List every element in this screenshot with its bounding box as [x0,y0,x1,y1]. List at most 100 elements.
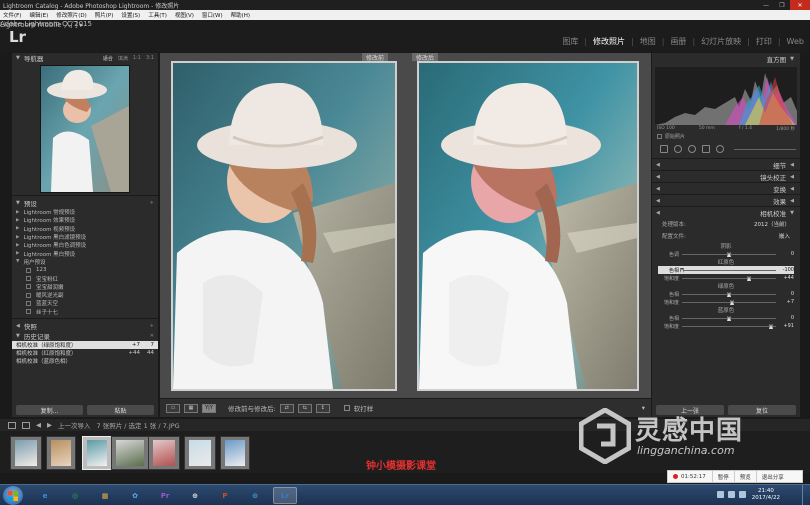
histogram[interactable] [655,67,797,125]
menu-item[interactable]: 文件(F) [3,11,21,19]
snapshots-header[interactable]: ◀ 快照 + [12,321,158,331]
soft-proof-checkbox[interactable] [343,405,350,411]
slider-track[interactable] [682,291,776,297]
histogram-header[interactable]: 直方图 ▼ [652,53,800,65]
preset-item[interactable]: 123 [16,266,154,274]
slider-thumb[interactable] [747,275,752,281]
module-3[interactable]: 画册 [670,36,686,47]
zoom-level-0[interactable]: 适合 [103,55,113,62]
radial-filter-icon[interactable] [716,145,724,153]
close-icon[interactable]: ✕ [790,0,810,10]
profile-row[interactable]: 配置文件: 嵌入 [652,230,800,242]
menu-item[interactable]: 编辑(E) [29,11,48,19]
section-header-2[interactable]: ◀ 变换 ◀ [652,182,800,194]
preset-item[interactable]: ▶ Lightroom 黑白色调预设 [16,241,154,250]
slider-thumb[interactable] [768,323,773,329]
original-photo-toggle[interactable]: 原始照片 [652,132,800,140]
preset-item[interactable]: ▶ Lightroom 黑白预设 [16,249,154,258]
taskbar-app-icon[interactable]: ◎ [63,487,87,504]
calibration-slider[interactable]: 色相 0 [658,290,794,298]
red-eye-icon[interactable] [688,145,696,153]
menu-item[interactable]: 修改照片(D) [56,11,87,19]
history-header[interactable]: ▼ 历史记录 ✕ [12,331,158,341]
slider-track[interactable] [682,251,776,257]
forward-arrow-icon[interactable]: ▶ [47,421,52,429]
calibration-slider[interactable]: 色相 0 [658,314,794,322]
menu-item[interactable]: 照片(P) [95,11,114,19]
add-snapshot-icon[interactable]: + [150,323,154,329]
slider-thumb[interactable] [726,251,731,257]
preset-item[interactable]: ▶ Lightroom 黑白滤镜预设 [16,233,154,242]
menu-item[interactable]: 工具(T) [148,11,167,19]
spot-removal-icon[interactable] [674,145,682,153]
slider-value[interactable]: 0 [776,315,794,321]
slider-value[interactable]: -100 [776,267,794,273]
process-version-row[interactable]: 处理版本: 2012（当前） [652,218,800,230]
tray-icon[interactable] [728,491,735,498]
filmstrip-thumbnail[interactable] [111,436,149,470]
tray-icon[interactable] [717,491,724,498]
menu-item[interactable]: 帮助(H) [231,11,250,19]
slider-thumb[interactable] [726,291,731,297]
preset-item[interactable]: ▼ 用户预设 [16,258,154,266]
before-photo[interactable] [171,61,397,391]
module-2[interactable]: 地图 [640,36,656,47]
swap-icon[interactable]: ↕ [315,403,330,413]
exit-share-button[interactable]: 退出分享 [755,471,789,482]
slider-track[interactable] [679,267,776,273]
original-photo-checkbox[interactable] [657,133,662,139]
taskbar-app-icon[interactable]: Lr [273,487,297,504]
slider-thumb[interactable] [679,267,684,273]
slider-value[interactable]: +7 [776,299,794,305]
adjustment-brush-slider[interactable] [734,148,796,150]
graduated-filter-icon[interactable] [702,145,710,153]
grid-icon[interactable] [22,421,30,429]
slider-value[interactable]: +44 [776,275,794,281]
module-4[interactable]: 幻灯片放映 [701,36,741,47]
zoom-level-3[interactable]: 3:1 [146,55,154,62]
slider-track[interactable] [682,275,776,281]
copy-settings-button[interactable]: 复制... [16,405,83,415]
taskbar-app-icon[interactable]: Pr [153,487,177,504]
preview-button[interactable]: 预览 [733,471,756,482]
taskbar-app-icon[interactable]: ⊕ [183,487,207,504]
slider-value[interactable]: +91 [776,323,794,329]
taskbar-app-icon[interactable]: ⊙ [243,487,267,504]
preset-item[interactable]: ▶ Lightroom 视频预设 [16,225,154,233]
lightroom-mobile-link[interactable]: Lightroom mobile 入门 ▸ [0,20,84,30]
crop-tool-icon[interactable] [660,145,668,153]
preset-item[interactable]: 宝宝甜润嫩 [16,283,154,291]
zoom-level-2[interactable]: 1:1 [133,55,141,62]
filmstrip-thumbnail[interactable] [82,436,112,470]
filmstrip-source[interactable]: 上一次导入 [58,420,91,430]
before-after-mode-button[interactable]: Y|Y [202,403,216,413]
copy-before-to-after-icon[interactable]: ⇄ [279,403,294,413]
clear-history-icon[interactable]: ✕ [150,333,154,339]
filmstrip-thumbnail[interactable] [220,436,250,470]
module-5[interactable]: 打印 [756,36,772,47]
preset-item[interactable]: ▶ Lightroom 常规预设 [16,208,154,217]
preset-item[interactable]: 丝子十七 [16,308,154,316]
profile-value[interactable]: 嵌入 [779,232,790,240]
history-row[interactable]: 相机校准（红原饱和度） +44 44 [12,349,158,357]
loupe-view-icon[interactable]: ▭ [166,403,180,413]
taskbar-app-icon[interactable]: ▦ [93,487,117,504]
maximize-icon[interactable]: ❐ [774,0,790,10]
navigator-header[interactable]: ▼ 导航器 适合 填满 1:1 3:1 [12,53,158,64]
calibration-slider[interactable]: 色相 -100 [658,266,794,274]
slider-track[interactable] [682,323,776,329]
taskbar-app-icon[interactable]: P [213,487,237,504]
grid-view-icon[interactable]: ▦ [184,403,198,413]
secondary-window-icon[interactable] [8,421,16,429]
slider-track[interactable] [682,299,776,305]
copy-after-to-before-icon[interactable]: ⇆ [297,403,312,413]
module-6[interactable]: Web [787,37,804,46]
section-header-1[interactable]: ◀ 镜头校正 ◀ [652,170,800,182]
menu-item[interactable]: 视图(V) [175,11,194,19]
slider-value[interactable]: 0 [776,251,794,257]
presets-header[interactable]: ▼ 预设 + [12,198,158,208]
taskbar-app-icon[interactable]: e [33,487,57,504]
zoom-level-1[interactable]: 填满 [118,55,128,62]
module-1[interactable]: 修改照片 [593,36,625,47]
menu-item[interactable]: 窗口(W) [202,11,223,19]
